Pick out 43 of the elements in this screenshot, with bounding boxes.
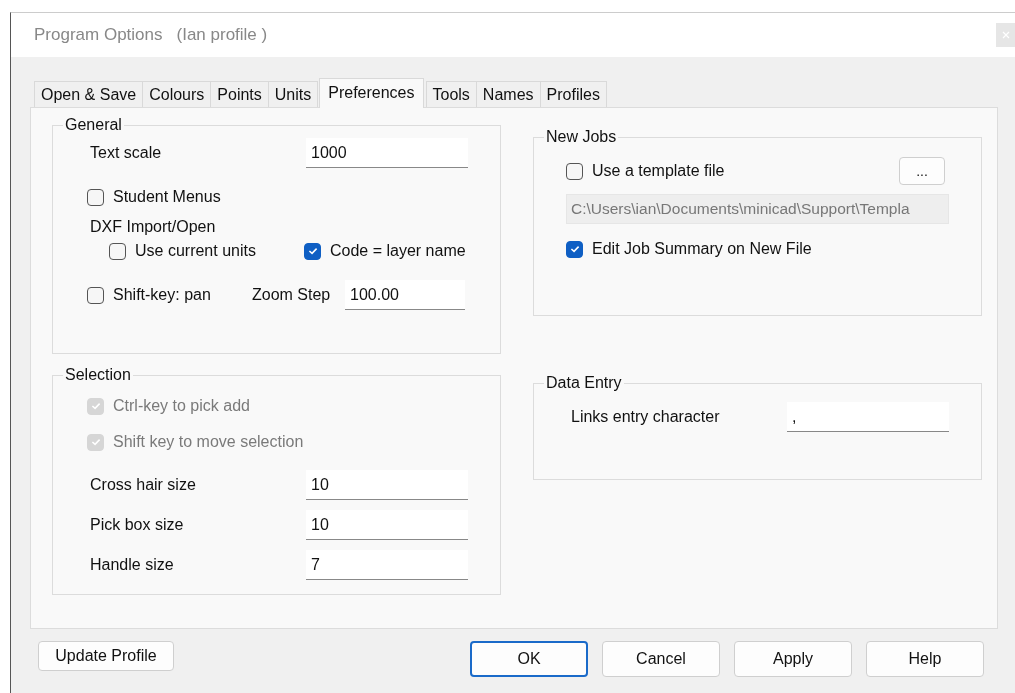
field-label: Links entry character [571, 408, 721, 426]
dialog-button[interactable]: OK [470, 641, 588, 677]
tab[interactable]: Tools [425, 81, 477, 107]
tab[interactable]: Profiles [539, 81, 607, 107]
group-title: General [64, 116, 123, 134]
group-title: Data Entry [545, 374, 623, 392]
field-label: Pick box size [90, 516, 185, 534]
checkbox-option[interactable]: Student Menus [87, 182, 500, 212]
input-field[interactable]: 100.00 [345, 280, 465, 310]
dialog-button[interactable]: Cancel [602, 641, 720, 677]
field-label: Cross hair size [90, 476, 197, 494]
checkbox-option[interactable]: Shift-key: pan [87, 280, 252, 310]
field-label: Handle size [90, 556, 175, 574]
tab[interactable]: Units [267, 81, 319, 107]
group-title: New Jobs [545, 128, 618, 146]
checkbox[interactable] [87, 188, 104, 206]
checkbox-option[interactable]: Use current units [109, 236, 304, 266]
dialog-button[interactable]: Apply [734, 641, 852, 677]
input-field[interactable]: 1000 [306, 138, 468, 168]
checkbox-option[interactable]: Use a template file [566, 156, 725, 186]
section-label: DXF Import/Open [90, 218, 217, 236]
tab[interactable]: Preferences [319, 78, 424, 108]
profile-name: (Ian profile ) [176, 25, 268, 45]
checkbox[interactable] [566, 240, 583, 258]
checkbox-option[interactable]: Code = layer name [304, 236, 466, 266]
browse-button[interactable]: ... [899, 157, 945, 185]
input-field[interactable]: 7 [306, 550, 468, 580]
checkbox[interactable] [109, 242, 126, 260]
field-label: Text scale [90, 144, 163, 162]
checkbox[interactable] [87, 286, 104, 304]
update-profile-button[interactable]: Update Profile [38, 641, 174, 671]
input-field[interactable]: , [787, 402, 949, 432]
group-title: Selection [64, 366, 132, 384]
input-field[interactable]: 10 [306, 470, 468, 500]
tab[interactable]: Open & Save [34, 81, 144, 107]
checkbox-option[interactable]: Edit Job Summary on New File [566, 234, 981, 264]
template-path-field[interactable]: C:\Users\ian\Documents\minicad\Support\Templa [566, 194, 949, 224]
field-label: Zoom Step [252, 286, 332, 304]
checkbox[interactable] [566, 162, 583, 180]
window-title: Program Options [34, 25, 163, 45]
dialog-button[interactable]: Help [866, 641, 984, 677]
input-field[interactable]: 10 [306, 510, 468, 540]
checkbox[interactable] [304, 242, 321, 260]
